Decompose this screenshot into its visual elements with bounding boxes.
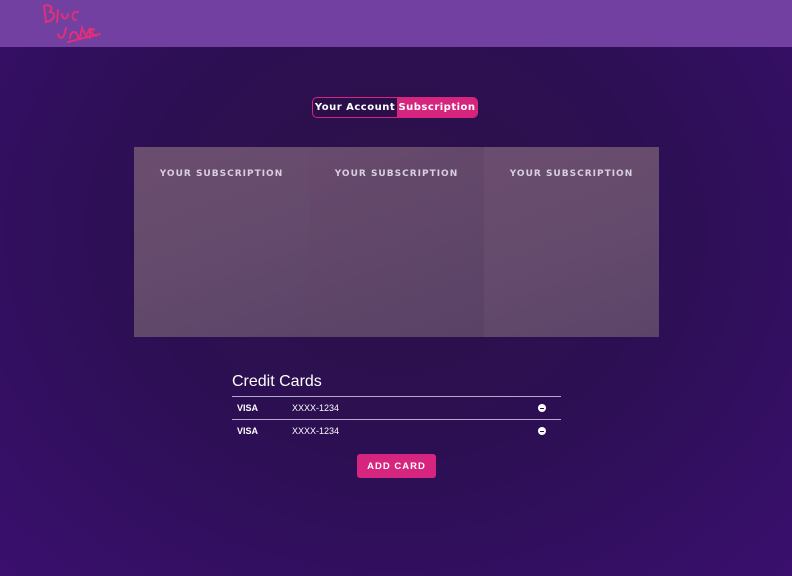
subscription-panel[interactable]: YOUR SUBSCRIPTION <box>134 147 309 337</box>
card-row: VISA XXXX-1234 <box>232 419 561 442</box>
account-subscription-toggle: Your Account Subscription <box>312 97 478 118</box>
subscription-panels: YOUR SUBSCRIPTION YOUR SUBSCRIPTION YOUR… <box>134 147 659 337</box>
tab-subscription[interactable]: Subscription <box>397 98 477 117</box>
minus-circle-icon[interactable] <box>538 427 546 435</box>
logo-icon[interactable] <box>38 0 106 46</box>
card-number: XXXX-1234 <box>292 426 340 436</box>
top-bar <box>0 0 792 47</box>
subscription-panel[interactable]: YOUR SUBSCRIPTION <box>309 147 484 337</box>
credit-cards-section: Credit Cards VISA XXXX-1234 VISA XXXX-12… <box>232 372 561 442</box>
subscription-panel-title: YOUR SUBSCRIPTION <box>334 169 459 179</box>
subscription-panel-title: YOUR SUBSCRIPTION <box>509 169 634 179</box>
tab-your-account[interactable]: Your Account <box>313 98 397 117</box>
card-brand: VISA <box>237 426 259 436</box>
card-number: XXXX-1234 <box>292 403 340 413</box>
credit-cards-heading: Credit Cards <box>232 373 322 390</box>
add-card-button[interactable]: ADD CARD <box>357 454 436 478</box>
subscription-panel-title: YOUR SUBSCRIPTION <box>159 169 284 179</box>
subscription-panel[interactable]: YOUR SUBSCRIPTION <box>484 147 659 337</box>
card-row: VISA XXXX-1234 <box>232 396 561 419</box>
minus-circle-icon[interactable] <box>538 404 546 412</box>
card-brand: VISA <box>237 403 259 413</box>
